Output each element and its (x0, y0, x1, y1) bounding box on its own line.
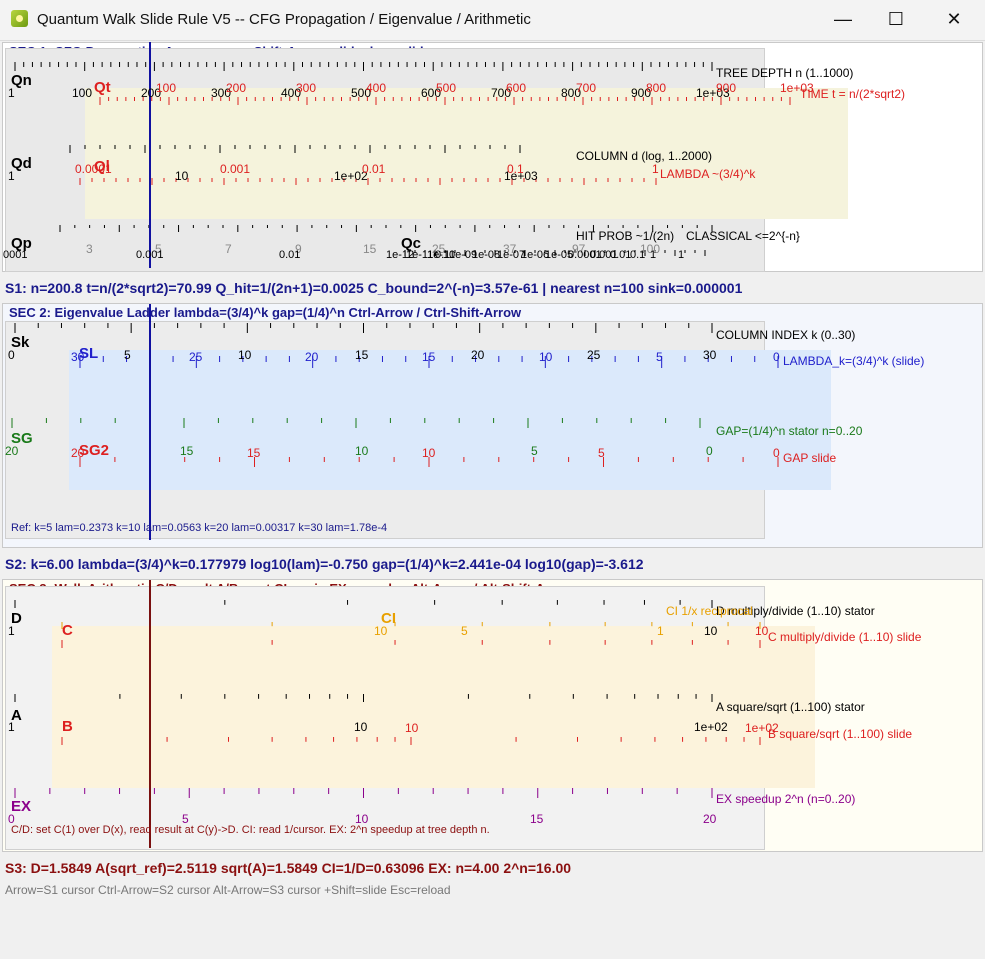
section-3-status: S3: D=1.5849 A(sqrt_ref)=2.5119 sqrt(A)=… (5, 860, 572, 876)
a-tick-label: 10 (354, 720, 368, 734)
b-tick-label: 10 (405, 721, 419, 735)
ci-tick-label: 5 (461, 624, 468, 638)
d-tick-label: 1 (8, 624, 15, 638)
section-3-note: C/D: set C(1) over D(x), read result at … (11, 824, 490, 836)
b-tick-label: 1e+02 (745, 721, 779, 735)
desc-b: B square/sqrt (1..100) slide (768, 727, 913, 741)
scale-label-c: C (62, 622, 73, 639)
ex-tick-label: 20 (703, 812, 717, 826)
desc-a: A square/sqrt (1..100) stator (716, 700, 865, 714)
ci-tick-label: 1 (657, 624, 664, 638)
help-line: Arrow=S1 cursor Ctrl-Arrow=S2 cursor Alt… (5, 883, 451, 897)
scale-label-b: B (62, 718, 73, 735)
c-tick-label: 10 (755, 624, 769, 638)
section-3-ticks (14, 580, 761, 848)
a-tick-label: 1 (8, 720, 15, 734)
ci-tick-label: 10 (374, 624, 388, 638)
desc-c: C multiply/divide (1..10) slide (768, 630, 922, 644)
d-tick-label: 10 (704, 624, 718, 638)
ex-tick-label: 15 (530, 812, 544, 826)
desc-ex: EX speedup 2^n (n=0..20) (716, 792, 856, 806)
desc-ci: CI 1/x reciprocal (666, 604, 753, 618)
a-tick-label: 1e+02 (694, 720, 728, 734)
